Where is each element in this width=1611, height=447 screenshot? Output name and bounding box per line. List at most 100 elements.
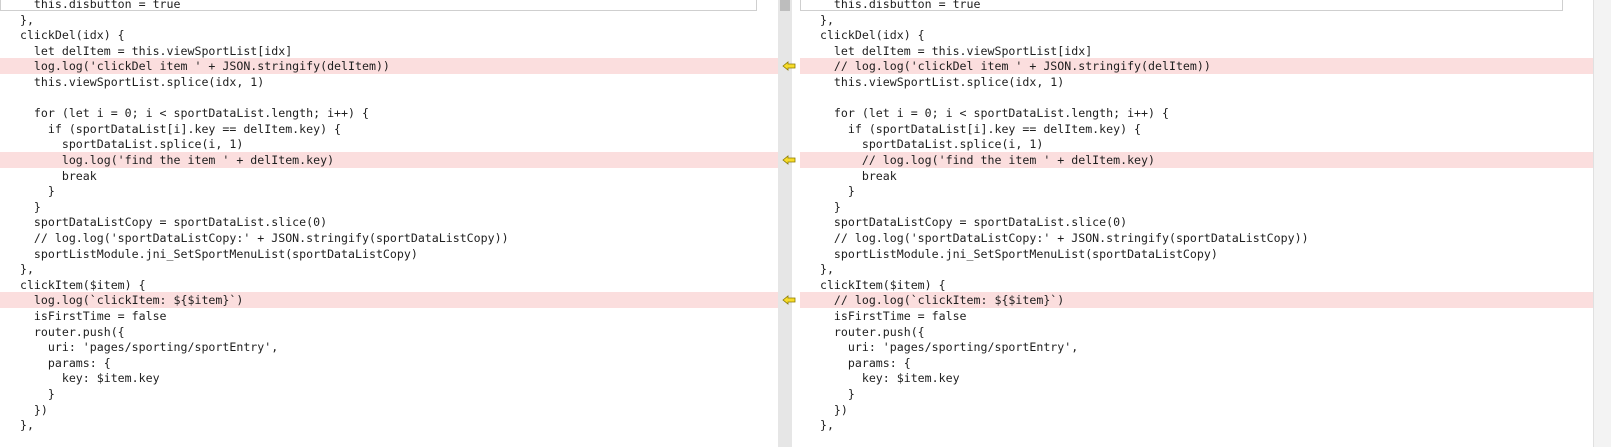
right-code-line[interactable]: },: [800, 12, 1593, 28]
right-code-line[interactable]: router.push({: [800, 324, 1593, 340]
left-code-line[interactable]: params: {: [0, 355, 778, 371]
left-code-pane[interactable]: this.disbutton = true }, clickDel(idx) {…: [0, 0, 779, 447]
right-line-text: // log.log(`clickItem: ${$item}`): [806, 293, 1065, 308]
right-line-text: if (sportDataList[i].key == delItem.key)…: [806, 121, 1142, 136]
left-code-line[interactable]: }): [0, 402, 778, 418]
right-code-pane[interactable]: this.disbutton = true }, clickDel(idx) {…: [800, 0, 1593, 447]
left-code-line[interactable]: this.viewSportList.splice(idx, 1): [0, 74, 778, 90]
right-line-text: // log.log('clickDel item ' + JSON.strin…: [806, 59, 1211, 74]
left-code-line[interactable]: sportDataListCopy = sportDataList.slice(…: [0, 214, 778, 230]
right-code-line[interactable]: params: {: [800, 355, 1593, 371]
right-code-line[interactable]: isFirstTime = false: [800, 308, 1593, 324]
right-code-line[interactable]: }: [800, 386, 1593, 402]
copy-left-arrow-icon[interactable]: [782, 295, 796, 306]
overview-thumb[interactable]: [780, 0, 790, 11]
left-line-text: }: [6, 184, 55, 199]
left-line-text: // log.log('sportDataListCopy:' + JSON.s…: [6, 231, 509, 245]
left-line-text: },: [6, 12, 34, 27]
right-line-text: clickItem($item) {: [806, 277, 946, 292]
right-changed-line[interactable]: // log.log('clickDel item ' + JSON.strin…: [800, 58, 1593, 75]
left-code-line[interactable]: let delItem = this.viewSportList[idx]: [0, 43, 778, 59]
left-line-text: log.log('clickDel item ' + JSON.stringif…: [6, 59, 390, 74]
left-code-line[interactable]: },: [0, 261, 778, 277]
left-line-text: log.log('find the item ' + delItem.key): [6, 153, 335, 167]
left-line-text: uri: 'pages/sporting/sportEntry',: [6, 340, 279, 355]
right-line-text: this.viewSportList.splice(idx, 1): [806, 75, 1065, 89]
left-line-text: }: [6, 199, 41, 214]
right-code-line[interactable]: },: [800, 417, 1593, 433]
right-code-line[interactable]: }): [800, 402, 1593, 418]
right-changed-line[interactable]: // log.log(`clickItem: ${$item}`): [800, 292, 1593, 309]
right-line-text: },: [806, 418, 834, 433]
left-code-line[interactable]: uri: 'pages/sporting/sportEntry',: [0, 339, 778, 355]
vertical-scrollbar[interactable]: [1593, 0, 1611, 447]
left-code-line[interactable]: }: [0, 183, 778, 199]
right-line-text: }: [806, 387, 855, 401]
right-code-line[interactable]: [800, 90, 1593, 106]
left-line-text: isFirstTime = false: [6, 309, 167, 323]
copy-left-arrow-icon[interactable]: [782, 61, 796, 72]
left-line-text: sportListModule.jni_SetSportMenuList(spo…: [6, 246, 418, 261]
copy-left-arrow-icon[interactable]: [782, 155, 796, 165]
right-code-line[interactable]: sportDataList.splice(i, 1): [800, 136, 1593, 152]
right-changed-line[interactable]: // log.log('find the item ' + delItem.ke…: [800, 152, 1593, 168]
right-line-text: router.push({: [806, 324, 925, 339]
left-line-text: break: [6, 168, 97, 183]
left-code-line[interactable]: router.push({: [0, 324, 778, 340]
right-code-line[interactable]: key: $item.key: [800, 370, 1593, 386]
left-changed-line[interactable]: log.log('clickDel item ' + JSON.stringif…: [0, 58, 778, 75]
left-code-line[interactable]: },: [0, 417, 778, 433]
left-code-line[interactable]: }: [0, 386, 778, 402]
left-code-line[interactable]: [0, 90, 778, 106]
right-line-text: params: {: [806, 355, 911, 370]
left-code-line[interactable]: for (let i = 0; i < sportDataList.length…: [0, 105, 778, 121]
left-changed-line[interactable]: log.log('find the item ' + delItem.key): [0, 152, 778, 168]
right-code-line[interactable]: for (let i = 0; i < sportDataList.length…: [800, 105, 1593, 121]
left-line-text: sportDataListCopy = sportDataList.slice(…: [6, 215, 328, 230]
left-code-line[interactable]: clickItem($item) {: [0, 277, 778, 293]
right-code-line[interactable]: clickItem($item) {: [800, 277, 1593, 293]
right-line-text: }: [806, 199, 841, 214]
right-line-text: }): [806, 402, 848, 417]
right-line-text: // log.log('sportDataListCopy:' + JSON.s…: [806, 231, 1309, 245]
left-line-text: for (let i = 0; i < sportDataList.length…: [6, 106, 369, 121]
left-code-line[interactable]: this.disbutton = true: [0, 0, 778, 12]
right-code-line[interactable]: let delItem = this.viewSportList[idx]: [800, 43, 1593, 59]
left-code-line[interactable]: if (sportDataList[i].key == delItem.key)…: [0, 121, 778, 137]
left-line-text: this.disbutton = true: [6, 0, 181, 11]
left-code-line[interactable]: }: [0, 199, 778, 215]
right-line-text: sportDataListCopy = sportDataList.slice(…: [806, 215, 1128, 230]
right-line-text: // log.log('find the item ' + delItem.ke…: [806, 153, 1156, 167]
left-code-line[interactable]: key: $item.key: [0, 370, 778, 386]
left-line-text: sportDataList.splice(i, 1): [6, 137, 244, 152]
right-code-line[interactable]: if (sportDataList[i].key == delItem.key)…: [800, 121, 1593, 137]
right-code-line[interactable]: clickDel(idx) {: [800, 27, 1593, 43]
right-line-text: clickDel(idx) {: [806, 28, 925, 43]
right-code-line[interactable]: }: [800, 199, 1593, 215]
left-code-line[interactable]: isFirstTime = false: [0, 308, 778, 324]
right-line-text: break: [806, 168, 897, 183]
right-code-line[interactable]: this.disbutton = true: [800, 0, 1593, 12]
left-code-line[interactable]: // log.log('sportDataListCopy:' + JSON.s…: [0, 230, 778, 246]
left-code-line[interactable]: clickDel(idx) {: [0, 27, 778, 43]
right-code-line[interactable]: sportDataListCopy = sportDataList.slice(…: [800, 214, 1593, 230]
left-line-text: clickItem($item) {: [6, 277, 146, 292]
right-code-line[interactable]: sportListModule.jni_SetSportMenuList(spo…: [800, 246, 1593, 262]
right-line-text: },: [806, 262, 834, 277]
right-code-line[interactable]: // log.log('sportDataListCopy:' + JSON.s…: [800, 230, 1593, 246]
right-code-line[interactable]: break: [800, 168, 1593, 184]
left-changed-line[interactable]: log.log(`clickItem: ${$item}`): [0, 292, 778, 309]
right-code-line[interactable]: uri: 'pages/sporting/sportEntry',: [800, 339, 1593, 355]
right-line-text: }: [806, 184, 855, 199]
left-line-text: },: [6, 262, 34, 277]
left-code-line[interactable]: sportDataList.splice(i, 1): [0, 136, 778, 152]
right-code-line[interactable]: },: [800, 261, 1593, 277]
left-line-text: if (sportDataList[i].key == delItem.key)…: [6, 121, 342, 136]
right-line-text: key: $item.key: [806, 371, 960, 386]
left-code-line[interactable]: break: [0, 168, 778, 184]
right-code-line[interactable]: }: [800, 183, 1593, 199]
left-code-line[interactable]: },: [0, 12, 778, 28]
right-code-line[interactable]: this.viewSportList.splice(idx, 1): [800, 74, 1593, 90]
left-code-line[interactable]: sportListModule.jni_SetSportMenuList(spo…: [0, 246, 778, 262]
right-line-text: uri: 'pages/sporting/sportEntry',: [806, 340, 1079, 355]
